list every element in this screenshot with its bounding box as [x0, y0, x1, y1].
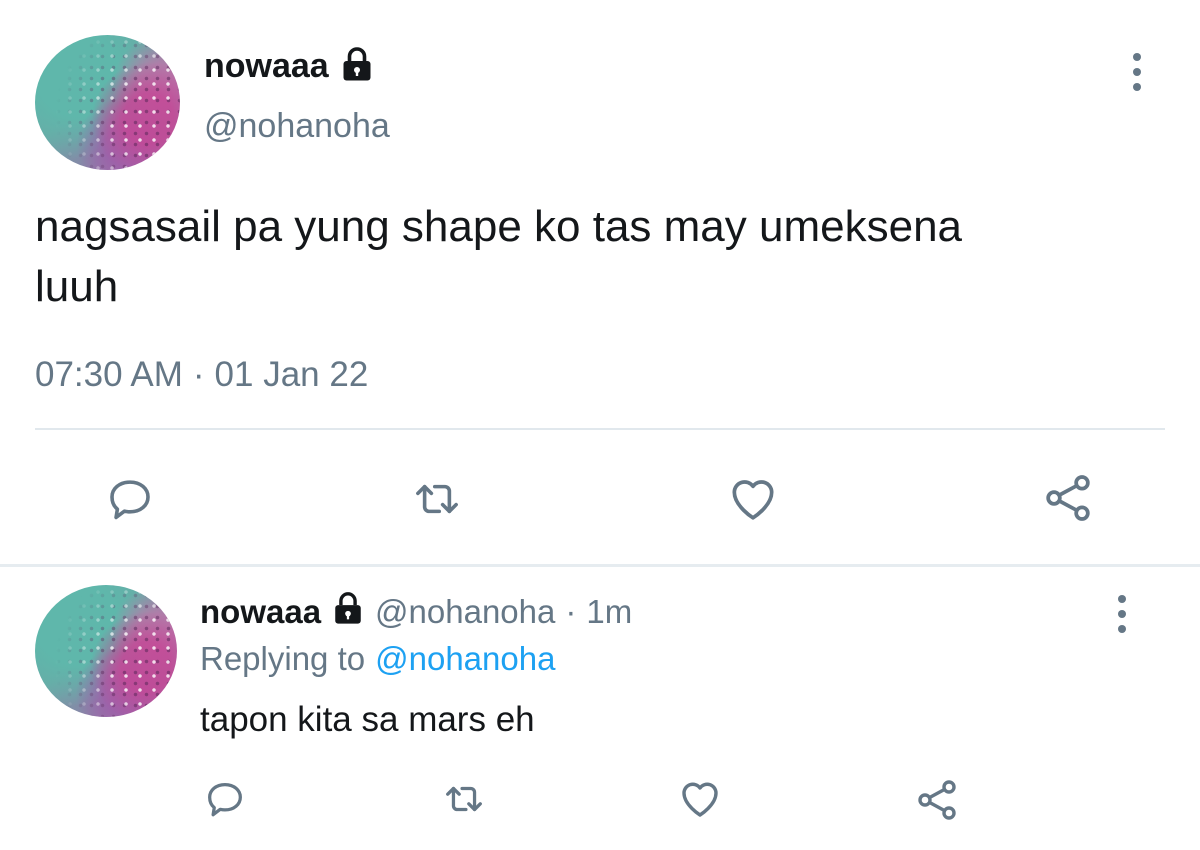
retweet-icon[interactable] [410, 472, 464, 526]
reply-icon[interactable] [103, 472, 157, 526]
main-time: 07:30 AM [35, 355, 183, 394]
reply-more-icon[interactable] [1118, 595, 1126, 633]
retweet-icon[interactable] [441, 776, 487, 822]
lock-icon [339, 46, 375, 87]
reply-display-name[interactable]: nowaaa [200, 593, 321, 631]
replying-to-label: Replying to [200, 640, 366, 677]
main-tweet-text: nagsasail pa yung shape ko tas may umeks… [35, 197, 962, 317]
main-tweet-text-line2: luuh [35, 262, 119, 311]
lock-icon [331, 591, 365, 633]
share-icon[interactable] [913, 776, 961, 824]
main-separator: · [192, 355, 205, 394]
replying-to: Replying to @nohanoha [200, 640, 555, 678]
reply-separator: · [565, 593, 577, 630]
share-icon[interactable] [1040, 470, 1096, 526]
main-more-icon[interactable] [1133, 53, 1141, 91]
main-tweet-text-line1: nagsasail pa yung shape ko tas may umeks… [35, 202, 963, 251]
main-handle[interactable]: @nohanoha [204, 107, 390, 146]
reply-header: nowaaa @nohanoha · 1m [200, 590, 632, 634]
reply-handle[interactable]: @nohanoha [375, 593, 555, 631]
tweet-separator [0, 564, 1200, 567]
reply-icon[interactable] [202, 776, 248, 822]
main-timestamp: 07:30 AM · 01 Jan 22 [35, 355, 368, 395]
main-author-row: nowaaa [204, 45, 375, 87]
reply-age: 1m [586, 593, 633, 630]
main-avatar[interactable] [35, 35, 180, 170]
main-display-name[interactable]: nowaaa [204, 47, 329, 86]
main-date: 01 Jan 22 [214, 355, 369, 394]
heart-icon[interactable] [676, 774, 724, 822]
reply-avatar[interactable] [35, 585, 177, 717]
heart-icon[interactable] [725, 470, 781, 526]
main-divider [35, 428, 1165, 430]
reply-text: tapon kita sa mars eh [200, 700, 535, 739]
replying-to-handle[interactable]: @nohanoha [375, 640, 555, 678]
